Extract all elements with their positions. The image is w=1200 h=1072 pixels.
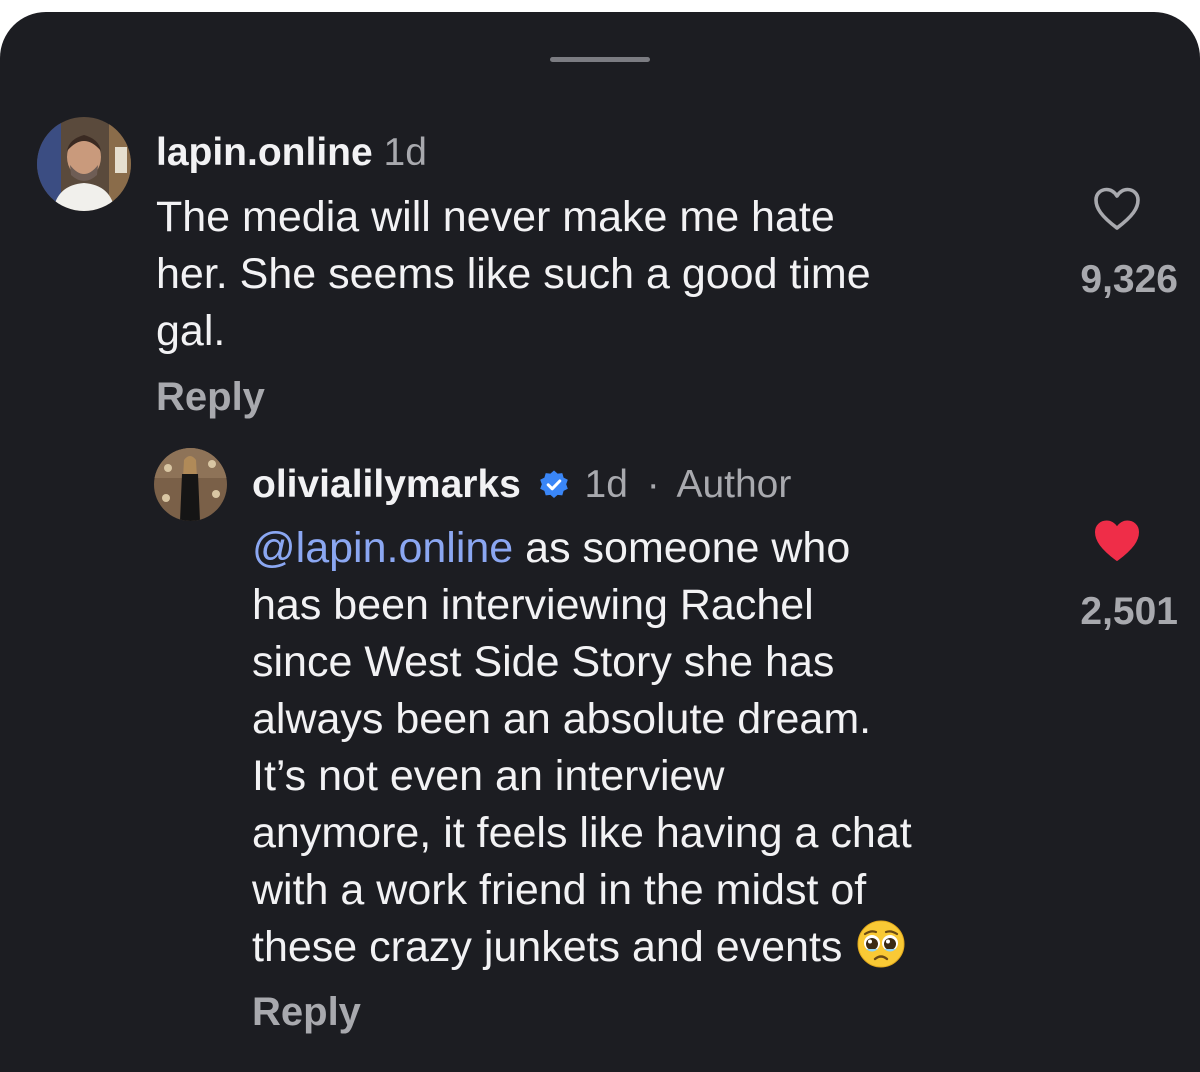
- comments-sheet: lapin.online 1d The media will never mak…: [0, 12, 1200, 1072]
- like-count: 2,501: [1080, 590, 1178, 633]
- heart-outline-icon[interactable]: [1092, 186, 1142, 232]
- comment-text: The media will never make me hate her. S…: [156, 189, 871, 360]
- comment-line-text: as someone who: [513, 524, 851, 572]
- comment-line-text: these crazy junkets and events: [252, 923, 843, 971]
- avatar[interactable]: [154, 448, 227, 521]
- comment-line: these crazy junkets and events: [252, 919, 912, 976]
- comment-line: her. She seems like such a good time: [156, 250, 871, 298]
- reply-button[interactable]: Reply: [156, 374, 265, 420]
- comment-line: with a work friend in the midst of: [252, 866, 867, 914]
- like-count: 9,326: [1080, 258, 1178, 301]
- timestamp: 1d: [584, 463, 628, 506]
- comment-line: has been interviewing Rachel: [252, 581, 814, 629]
- heart-filled-icon[interactable]: [1092, 518, 1142, 564]
- comment-line: always been an absolute dream.: [252, 695, 872, 743]
- reply-button[interactable]: Reply: [252, 989, 361, 1035]
- pleading-face-emoji: [856, 919, 906, 969]
- comment-line: gal.: [156, 307, 226, 355]
- verified-badge-icon: [538, 466, 570, 512]
- separator: ·: [646, 463, 660, 506]
- username[interactable]: lapin.online: [156, 131, 373, 174]
- comment-meta: lapin.online 1d: [156, 130, 427, 176]
- comment-line: since West Side Story she has: [252, 638, 835, 686]
- comment-line: anymore, it feels like having a chat: [252, 809, 912, 857]
- drag-handle[interactable]: [550, 57, 650, 62]
- username[interactable]: olivialilymarks: [252, 463, 521, 506]
- comment-line: The media will never make me hate: [156, 193, 835, 241]
- avatar[interactable]: [37, 117, 131, 211]
- comment-line: @lapin.online as someone who: [252, 520, 912, 577]
- comment-meta: olivialilymarks 1d · Author: [252, 462, 791, 512]
- mention-link[interactable]: @lapin.online: [252, 524, 513, 572]
- timestamp: 1d: [383, 131, 427, 174]
- author-label: Author: [676, 463, 792, 506]
- comment-text: @lapin.online as someone who has been in…: [252, 520, 912, 976]
- comment-line: It’s not even an interview: [252, 752, 725, 800]
